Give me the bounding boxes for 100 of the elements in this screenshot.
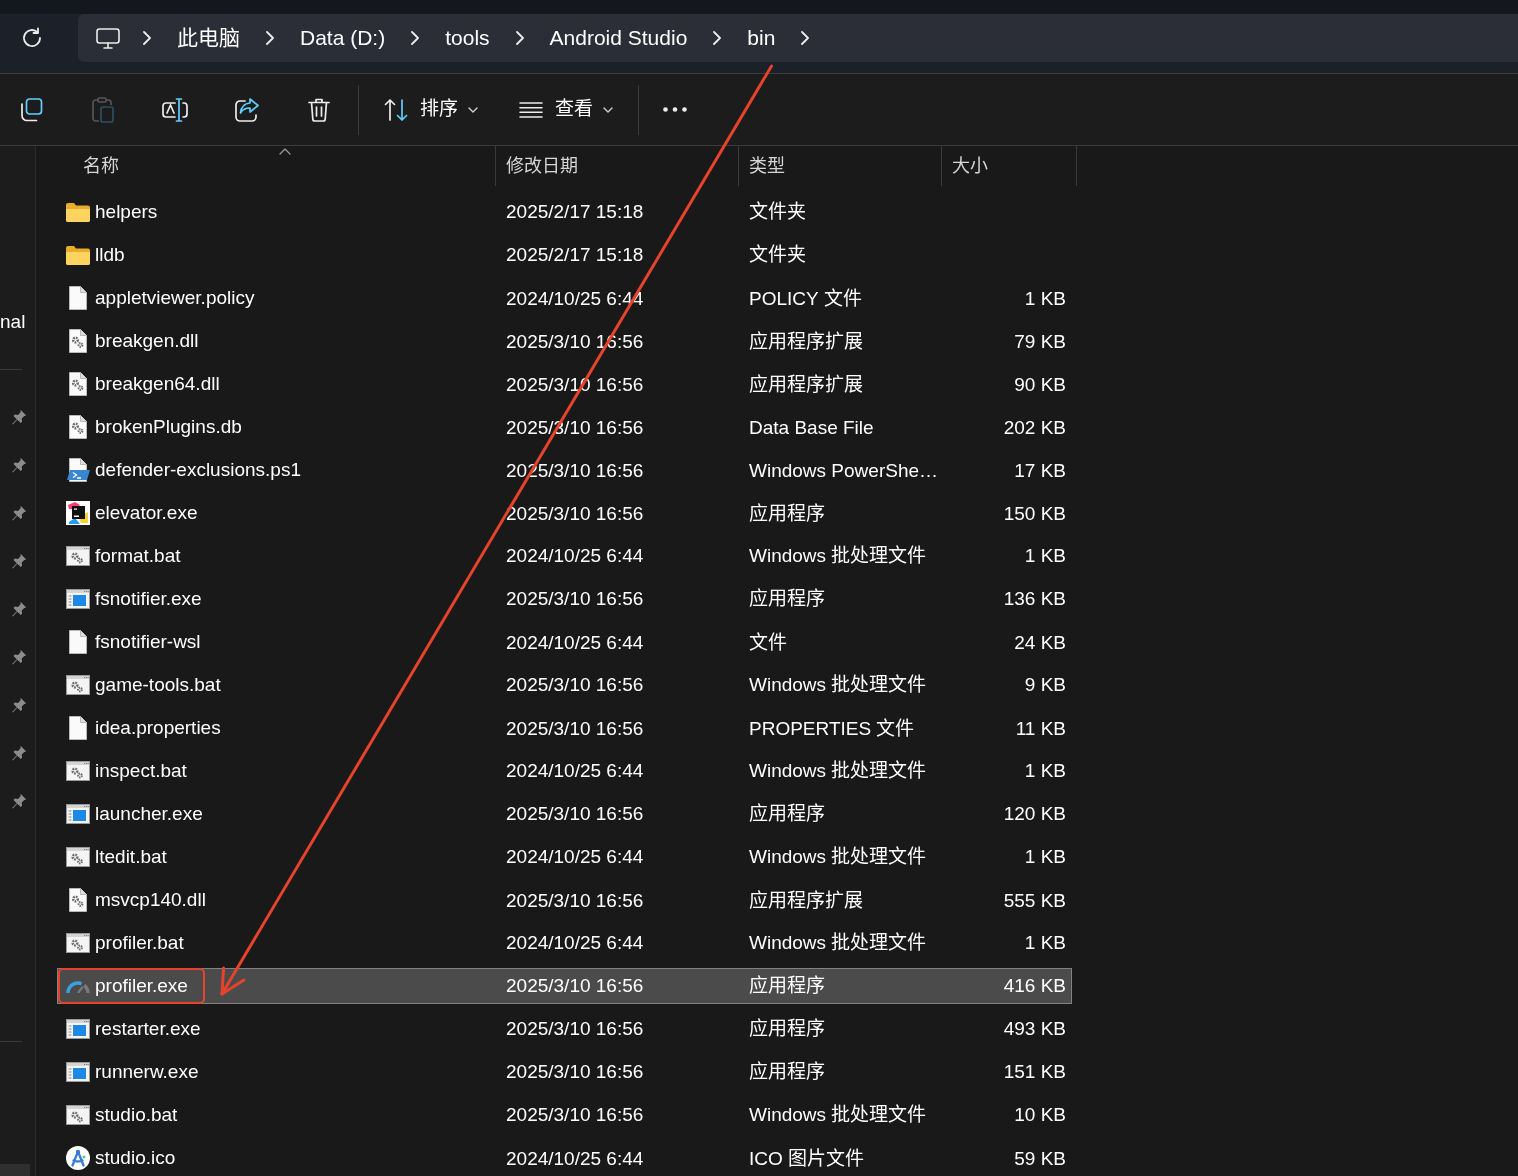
file-row[interactable]: studio.ico 2024/10/25 6:44 ICO 图片文件 59 KB [57, 1140, 1072, 1176]
chevron-right-icon [411, 31, 420, 45]
modified-date: 2025/3/10 16:56 [506, 588, 644, 609]
file-row[interactable]: inspect.bat 2024/10/25 6:44 Windows 批处理文件 1 KB [57, 753, 1072, 789]
computer-button[interactable] [96, 27, 120, 49]
file-type: 文件 [749, 632, 787, 653]
gear-window-icon [66, 675, 90, 695]
terminal-document-icon [66, 458, 90, 482]
file-size: 79 KB [1014, 331, 1066, 352]
logo-tile-icon [66, 501, 90, 525]
column-header[interactable]: 类型 [739, 146, 942, 186]
breadcrumb-item[interactable]: Data (D:) [297, 24, 389, 52]
file-row[interactable]: studio.bat 2025/3/10 16:56 Windows 批处理文件 10 KB [57, 1097, 1072, 1133]
file-size: 17 KB [1014, 460, 1066, 481]
file-name: profiler.bat [95, 930, 184, 955]
file-name: ltedit.bat [95, 844, 167, 869]
file-name: game-tools.bat [95, 672, 221, 697]
gear-window-icon [66, 546, 90, 566]
file-type: 应用程序 [749, 1061, 825, 1082]
file-row[interactable]: game-tools.bat 2025/3/10 16:56 Windows 批处理文件 9 KB [57, 667, 1072, 703]
compass-icon [66, 1146, 90, 1170]
trash-icon [308, 97, 330, 122]
file-row[interactable]: profiler.bat 2024/10/25 6:44 Windows 批处理文件 1 KB [57, 925, 1072, 961]
chevron-right-icon [713, 31, 722, 45]
file-type: 文件夹 [749, 243, 806, 265]
gear-window-icon [66, 761, 90, 781]
file-type: Windows 批处理文件 [749, 932, 927, 953]
sort-button[interactable]: 排序 [374, 87, 488, 132]
text-box-icon [162, 97, 188, 122]
gear-document-icon [69, 415, 87, 439]
file-type: 应用程序 [749, 1018, 825, 1039]
modified-date: 2024/10/25 6:44 [506, 632, 644, 653]
breadcrumb-item[interactable]: Android Studio [546, 24, 691, 52]
file-type: PROPERTIES 文件 [749, 718, 915, 739]
nav-label[interactable]: nal [0, 303, 35, 340]
modified-date: 2025/3/10 16:56 [506, 1104, 644, 1125]
file-type: 应用程序扩展 [749, 331, 863, 352]
modified-date: 2024/10/25 6:44 [506, 760, 644, 781]
file-name: msvcp140.dll [95, 887, 206, 912]
gear-document-icon [69, 372, 87, 396]
file-name: runnerw.exe [95, 1059, 199, 1084]
modified-date: 2024/10/25 6:44 [506, 545, 644, 566]
file-row[interactable]: fsnotifier.exe 2025/3/10 16:56 应用程序 136 KB [57, 581, 1072, 617]
refresh-icon [21, 27, 43, 49]
modified-date: 2025/3/10 16:56 [506, 1061, 644, 1082]
file-size: 9 KB [1024, 674, 1066, 695]
file-size: 1 KB [1024, 846, 1066, 867]
file-name: fsnotifier.exe [95, 586, 202, 611]
gear-window-icon [66, 847, 90, 867]
file-size: 120 KB [1003, 803, 1066, 824]
file-row[interactable]: ltedit.bat 2024/10/25 6:44 Windows 批处理文件 1 KB [57, 839, 1072, 875]
file-name: studio.ico [95, 1145, 176, 1170]
file-row[interactable]: launcher.exe 2025/3/10 16:56 应用程序 120 KB [57, 796, 1072, 832]
file-name: defender-exclusions.ps1 [95, 457, 301, 482]
file-size: 10 KB [1014, 1104, 1066, 1125]
file-type: 应用程序扩展 [749, 890, 863, 911]
modified-date: 2025/3/10 16:56 [506, 803, 644, 824]
column-header[interactable]: 修改日期 [496, 146, 739, 186]
file-size: 1 KB [1024, 932, 1066, 953]
file-name: elevator.exe [95, 500, 198, 525]
file-type: Windows 批处理文件 [749, 760, 927, 781]
window-icon [66, 1019, 90, 1039]
modified-date: 2025/2/17 15:18 [506, 200, 644, 222]
file-row[interactable]: elevator.exe 2025/3/10 16:56 应用程序 150 KB [57, 495, 1072, 531]
breadcrumb-item[interactable]: tools [442, 24, 493, 52]
file-size: 136 KB [1003, 588, 1066, 609]
view-button[interactable]: 查看 [509, 87, 623, 132]
file-name: breakgen.dll [95, 328, 199, 353]
file-row[interactable]: lldb 2025/2/17 15:18 文件夹 [57, 237, 1072, 273]
file-type: Windows 批处理文件 [749, 674, 927, 695]
chevron-right-icon [801, 31, 810, 45]
file-row[interactable]: runnerw.exe 2025/3/10 16:56 应用程序 151 KB [57, 1054, 1072, 1090]
file-name: helpers [95, 199, 158, 224]
file-type: Windows PowerShe… [749, 460, 939, 481]
file-size: 416 KB [1003, 974, 1066, 996]
file-row[interactable]: msvcp140.dll 2025/3/10 16:56 应用程序扩展 555 KB [57, 882, 1072, 918]
file-row[interactable]: idea.properties 2025/3/10 16:56 PROPERTIES 文件 11 KB [57, 710, 1072, 746]
document-icon [69, 286, 87, 310]
modified-date: 2025/3/10 16:56 [506, 1018, 644, 1039]
chevron-right-icon [266, 31, 274, 45]
column-header[interactable]: 名称 [57, 146, 496, 186]
file-name: profiler.exe [95, 973, 188, 998]
gear-document-icon [69, 888, 87, 912]
document-icon [69, 716, 87, 740]
file-size: 150 KB [1003, 503, 1066, 524]
file-row[interactable]: format.bat 2024/10/25 6:44 Windows 批处理文件 1 KB [57, 538, 1072, 574]
file-name: appletviewer.policy [95, 285, 255, 310]
breadcrumb-item[interactable]: 此电脑 [174, 24, 243, 52]
file-row[interactable]: restarter.exe 2025/3/10 16:56 应用程序 493 KB [57, 1011, 1072, 1047]
folder-icon [66, 245, 90, 265]
file-name: studio.bat [95, 1102, 178, 1127]
file-row[interactable]: fsnotifier-wsl 2024/10/25 6:44 文件 24 KB [57, 624, 1072, 660]
file-row[interactable]: profiler.exe 2025/3/10 16:56 应用程序 416 KB [57, 968, 1072, 1004]
gear-window-icon [66, 1105, 90, 1125]
chevron-down-icon [468, 106, 478, 113]
column-header[interactable]: 大小 [942, 146, 1077, 186]
breadcrumb-item[interactable]: bin [744, 24, 779, 52]
file-name: idea.properties [95, 715, 221, 740]
file-type: ICO 图片文件 [749, 1148, 865, 1169]
file-row[interactable]: helpers 2025/2/17 15:18 文件夹 [57, 194, 1072, 230]
